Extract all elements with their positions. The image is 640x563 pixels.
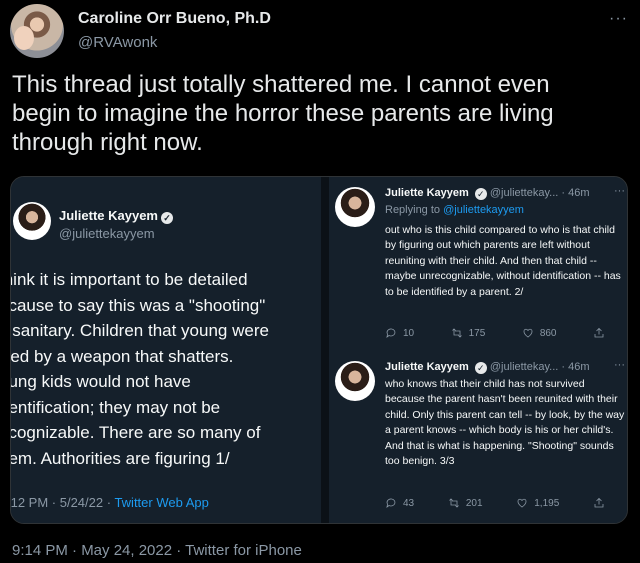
replying-to-handle: @juliettekayyem: [443, 204, 524, 216]
author-handle[interactable]: @RVAwonk: [78, 34, 157, 51]
replying-to: Replying to @juliettekayyem: [385, 204, 524, 216]
like-count: 1,195: [516, 497, 559, 509]
share-action: [593, 497, 605, 509]
like-count-value: 860: [539, 327, 557, 339]
share-icon: [594, 497, 604, 508]
tweet-header: Caroline Orr Bueno, Ph.D @RVAwonk ···: [10, 4, 630, 58]
tweet-text: This thread just totally shattered me. I…: [12, 71, 554, 156]
replying-to-prefix: Replying to: [385, 204, 444, 216]
retweet-icon: [451, 328, 462, 338]
thread-reply-2: Juliette Kayyem ✓ @juliettekay... · 46m …: [329, 177, 627, 357]
retweet-count-value: 201: [465, 497, 483, 509]
reply-author-name: Juliette Kayyem: [385, 361, 469, 373]
retweet-count: 175: [451, 327, 486, 339]
retweet-count: 201: [448, 497, 483, 509]
author-avatar[interactable]: [10, 4, 64, 58]
share-icon: [594, 327, 604, 338]
thread-reply-3: Juliette Kayyem ✓ @juliettekay... · 46m …: [329, 351, 627, 523]
reply-handle-time: @juliettekay... · 46m: [489, 361, 590, 373]
embedded-right-thread: Juliette Kayyem ✓ @juliettekay... · 46m …: [329, 177, 627, 523]
embedded-author-name-text: Juliette Kayyem: [59, 208, 158, 223]
more-options-icon[interactable]: ···: [609, 10, 628, 28]
reply-handle-time: @juliettekay... · 46m: [489, 187, 590, 199]
like-count: 860: [522, 327, 557, 339]
reply-header: Juliette Kayyem ✓ @juliettekay... · 46m: [385, 187, 590, 200]
reply-actions: 10 175 860: [385, 327, 605, 339]
juliette-avatar: [335, 361, 375, 401]
embedded-author-handle: @juliettekayyem: [59, 226, 155, 241]
reply-count: 10: [385, 327, 414, 339]
reply-more-icon: ···: [614, 185, 625, 197]
retweet-icon: [449, 498, 459, 508]
verified-icon: ✓: [474, 362, 487, 374]
verified-icon: ✓: [161, 212, 173, 224]
reply-icon: [386, 328, 396, 338]
reply-body: out who is this child compared to who is…: [385, 224, 621, 298]
reply-count-value: 10: [403, 327, 415, 339]
reply-author-name: Juliette Kayyem: [385, 187, 469, 199]
reply-more-icon: ···: [614, 359, 625, 371]
embedded-meta-app: Twitter Web App: [114, 495, 209, 510]
tweet-meta[interactable]: 9:14 PM · May 24, 2022 · Twitter for iPh…: [12, 542, 302, 559]
verified-icon: ✓: [474, 188, 487, 200]
like-count-value: 1,195: [534, 497, 560, 509]
embedded-screenshot[interactable]: Juliette Kayyem✓ @juliettekayyem think i…: [10, 176, 628, 524]
share-action: [593, 327, 605, 339]
reply-actions: 43 201 1,195: [385, 497, 605, 509]
reply-count-value: 43: [403, 497, 415, 509]
heart-icon: [517, 498, 527, 508]
reply-body: who knows that their child has not survi…: [385, 378, 625, 468]
embedded-left-tweet: Juliette Kayyem✓ @juliettekayyem think i…: [11, 177, 321, 523]
embedded-meta-time: :12 PM · 5/24/22 ·: [11, 495, 115, 510]
juliette-avatar: [13, 202, 51, 240]
author-name[interactable]: Caroline Orr Bueno, Ph.D: [78, 10, 271, 28]
reply-count: 43: [385, 497, 414, 509]
embedded-author-name: Juliette Kayyem ✓: [59, 208, 173, 224]
embedded-tweet-meta: :12 PM · 5/24/22 · Twitter Web App: [11, 495, 209, 510]
reply-icon: [386, 498, 396, 508]
juliette-avatar: [335, 187, 375, 227]
retweet-count-value: 175: [468, 327, 486, 339]
avatar-child-figure: [14, 26, 34, 50]
reply-header: Juliette Kayyem ✓ @juliettekay... · 46m: [385, 361, 590, 374]
pane-divider: [321, 177, 329, 523]
heart-icon: [523, 328, 533, 338]
embedded-tweet-text: think it is important to be detailed eca…: [11, 270, 269, 468]
